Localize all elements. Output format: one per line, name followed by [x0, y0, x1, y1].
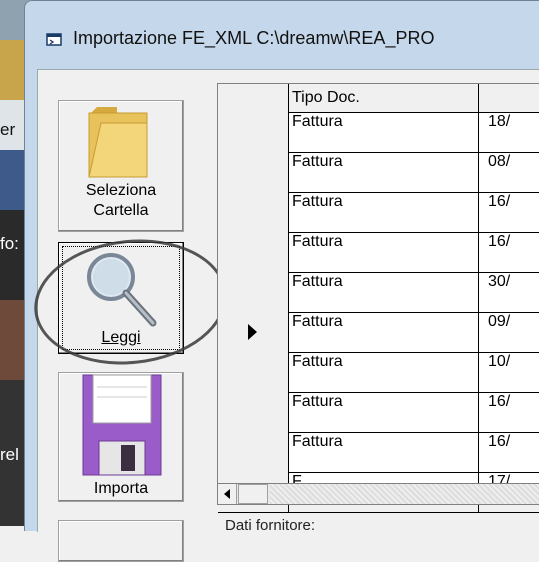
- current-row-arrow-icon: [248, 324, 257, 340]
- row-selector[interactable]: [218, 232, 289, 272]
- select-folder-label-line2: Cartella: [93, 202, 149, 219]
- table-row[interactable]: Fattura 16/: [218, 192, 539, 233]
- row-selector[interactable]: [218, 112, 289, 152]
- row-selector[interactable]: [218, 272, 289, 312]
- cell-data[interactable]: 16/: [480, 392, 539, 432]
- table-row[interactable]: Fattura 16/: [218, 232, 539, 273]
- cell-data[interactable]: 18/: [480, 112, 539, 152]
- cell-tipo-doc[interactable]: Fattura: [289, 152, 479, 192]
- row-selector[interactable]: [218, 152, 289, 192]
- horizontal-scrollbar[interactable]: [217, 483, 539, 505]
- table-row[interactable]: Fattura 16/: [218, 432, 539, 473]
- cell-tipo-doc[interactable]: Fattura: [289, 432, 479, 472]
- toolbar-button-partial[interactable]: [58, 520, 184, 562]
- window-client-area: Seleziona Cartella Leggi Importa Tipo Do…: [28, 69, 539, 562]
- title-bar[interactable]: Importazione FE_XML C:\dreamw\REA_PRO: [25, 1, 539, 59]
- import-button-label: Importa: [93, 480, 149, 497]
- row-selector[interactable]: [218, 312, 289, 352]
- cell-data[interactable]: 10/: [480, 352, 539, 392]
- cell-data[interactable]: 16/: [480, 192, 539, 232]
- cell-tipo-doc[interactable]: Fattura: [289, 392, 479, 432]
- cell-data[interactable]: 16/: [480, 432, 539, 472]
- arrow-left-icon: [224, 489, 230, 499]
- window-title: Importazione FE_XML C:\dreamw\REA_PRO: [73, 28, 435, 48]
- window-icon: [46, 31, 62, 47]
- select-folder-label-line1: Seleziona: [85, 182, 157, 199]
- import-button[interactable]: Importa: [58, 372, 184, 502]
- column-header-tipo-doc[interactable]: Tipo Doc.: [289, 84, 479, 112]
- floppy-disk-icon: [81, 373, 163, 482]
- import-window: Importazione FE_XML C:\dreamw\REA_PRO Se…: [24, 0, 539, 562]
- grid-header: Tipo Doc.: [218, 84, 539, 113]
- table-row[interactable]: Fattura 10/: [218, 352, 539, 393]
- table-row[interactable]: Fattura 16/: [218, 392, 539, 433]
- cell-tipo-doc[interactable]: Fattura: [289, 112, 479, 152]
- desktop-fragment-3: rel: [0, 445, 19, 464]
- row-selector[interactable]: [218, 392, 289, 432]
- scroll-thumb[interactable]: [238, 484, 268, 504]
- scroll-left-button[interactable]: [218, 484, 237, 504]
- cell-tipo-doc[interactable]: Fattura: [289, 232, 479, 272]
- grid-header-corner: [218, 84, 289, 112]
- table-row[interactable]: Fattura 08/: [218, 152, 539, 193]
- row-selector[interactable]: [218, 432, 289, 472]
- folder-icon: [87, 105, 149, 184]
- row-selector[interactable]: [218, 352, 289, 392]
- table-row[interactable]: Fattura 18/: [218, 112, 539, 153]
- scroll-track[interactable]: [270, 484, 539, 504]
- documents-grid[interactable]: Tipo Doc. Fattura 18/Fattura 08/Fattura 16/…: [217, 83, 539, 513]
- cell-tipo-doc[interactable]: Fattura: [289, 272, 479, 312]
- row-selector[interactable]: [218, 192, 289, 232]
- select-folder-button[interactable]: Seleziona Cartella: [58, 100, 184, 232]
- cell-data[interactable]: 09/: [480, 312, 539, 352]
- desktop-fragment-1: er: [0, 120, 16, 139]
- desktop-fragment-2: fo:: [0, 234, 19, 253]
- cell-tipo-doc[interactable]: Fattura: [289, 352, 479, 392]
- table-row[interactable]: Fattura 30/: [218, 272, 539, 313]
- table-row[interactable]: Fattura 09/: [218, 312, 539, 353]
- cell-tipo-doc[interactable]: Fattura: [289, 312, 479, 352]
- cell-tipo-doc[interactable]: Fattura: [289, 192, 479, 232]
- cell-data[interactable]: 30/: [480, 272, 539, 312]
- cell-data[interactable]: 16/: [480, 232, 539, 272]
- cell-data[interactable]: 08/: [480, 152, 539, 192]
